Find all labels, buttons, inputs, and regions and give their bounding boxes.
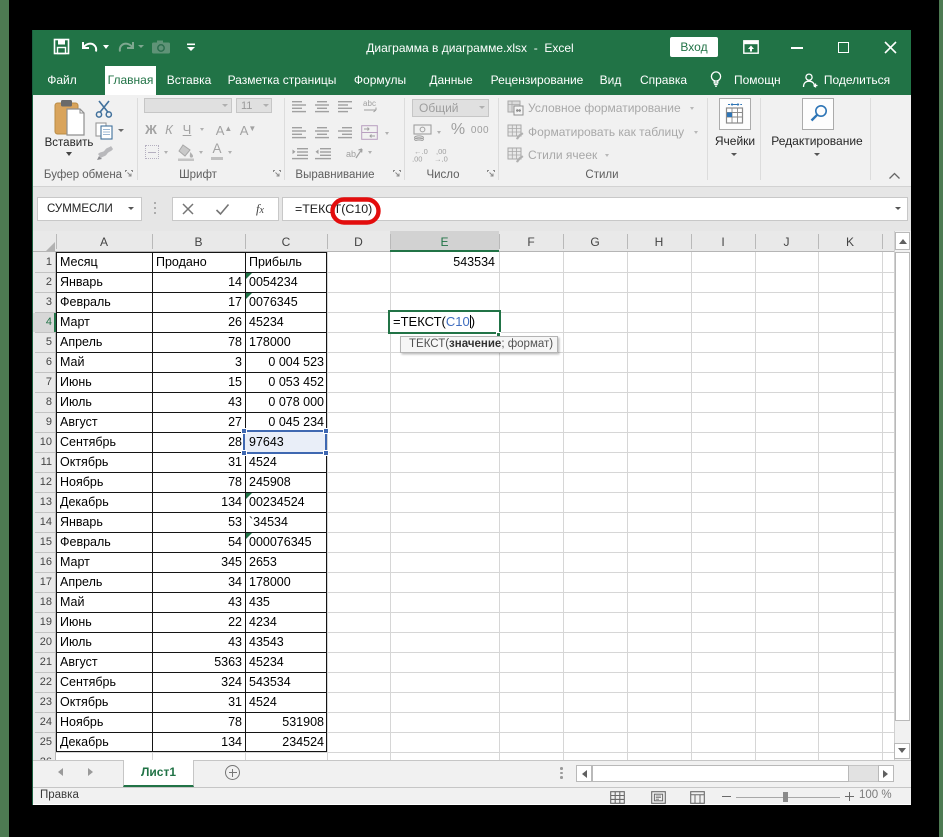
svg-text:c: c: [372, 99, 376, 108]
svg-text:→,0: →,0: [434, 155, 448, 163]
svg-text:,00: ,00: [412, 155, 422, 163]
svg-text:ab: ab: [346, 149, 356, 159]
